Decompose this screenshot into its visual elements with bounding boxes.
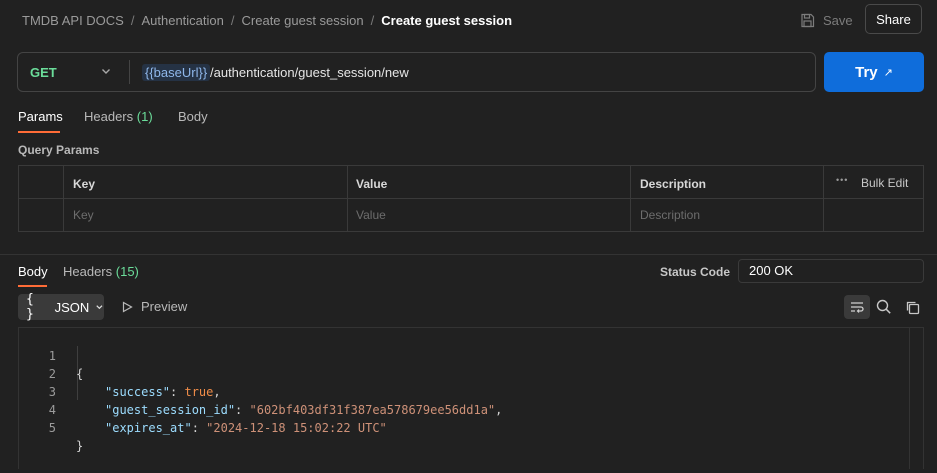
tab-response-headers[interactable]: Headers (15) <box>63 264 139 279</box>
more-icon[interactable]: ••• <box>836 175 848 185</box>
column-header-value: Value <box>356 177 388 191</box>
json-trail: , <box>213 385 221 399</box>
active-tab-indicator <box>18 131 60 133</box>
code-text: } <box>76 439 84 453</box>
preview-label: Preview <box>141 299 188 314</box>
code-line: 1 { <box>19 329 83 381</box>
breadcrumb-separator: / <box>230 12 235 28</box>
code-line: 5 } <box>19 401 83 453</box>
wrap-lines-button[interactable] <box>844 295 870 319</box>
response-body-viewer[interactable]: 1 { 2 "success": true, 3 "guest_session_… <box>18 327 924 469</box>
description-input[interactable]: Description <box>640 208 700 222</box>
tab-response-headers-label: Headers <box>63 264 113 279</box>
divider <box>129 60 130 84</box>
json-value: true <box>184 385 214 399</box>
json-key: "expires_at" <box>105 421 192 435</box>
page-title: Create guest session <box>381 12 513 28</box>
wrap-lines-icon <box>851 302 864 313</box>
code-line: 4 "expires_at": "2024-12-18 15:02:22 UTC… <box>19 383 387 435</box>
external-arrow-icon: ↗ <box>883 66 893 79</box>
json-value: "2024-12-18 15:02:22 UTC" <box>206 421 387 435</box>
method-select[interactable]: GET <box>30 65 57 80</box>
json-sep: : <box>235 403 250 417</box>
code-line: 3 "guest_session_id": "602bf403df31f387e… <box>19 365 503 417</box>
value-input[interactable]: Value <box>356 208 386 222</box>
code-text: "expires_at": "2024-12-18 15:02:22 UTC" <box>105 419 387 437</box>
json-value: "602bf403df31f387ea578679ee56dd1a" <box>249 403 496 417</box>
copy-button[interactable] <box>903 298 921 316</box>
chevron-down-icon[interactable] <box>100 65 112 80</box>
key-input[interactable]: Key <box>73 208 94 222</box>
search-icon <box>876 299 891 314</box>
play-icon <box>122 300 133 313</box>
query-params-table: Key Key Value Value Description Descript… <box>18 165 924 232</box>
tab-headers-count: (1) <box>136 109 153 124</box>
breadcrumb-separator: / <box>130 12 135 28</box>
json-trail: , <box>495 403 503 417</box>
save-label: Save <box>823 12 853 28</box>
breadcrumb-separator: / <box>370 12 375 28</box>
chevron-down-icon <box>96 305 103 310</box>
tab-params[interactable]: Params <box>18 109 63 124</box>
copy-icon <box>906 301 919 314</box>
breadcrumb-item-folder[interactable]: Authentication <box>141 13 223 28</box>
try-label: Try <box>855 63 878 81</box>
preview-button[interactable]: Preview <box>121 299 187 314</box>
tab-headers-label: Headers <box>84 109 134 124</box>
breadcrumb-item-collection[interactable]: TMDB API DOCS <box>22 13 124 28</box>
column-header-key: Key <box>73 177 96 191</box>
url-bar: GET {{baseUrl}} /authentication/guest_se… <box>17 52 816 92</box>
braces-icon: { } <box>26 292 34 322</box>
code-text: "success": true, <box>105 383 221 401</box>
json-key: "guest_session_id" <box>105 403 236 417</box>
save-icon <box>801 13 815 27</box>
status-code-label: Status Code <box>660 265 731 279</box>
save-button[interactable]: Save <box>800 8 853 32</box>
code-text: { <box>76 367 84 381</box>
json-sep: : <box>191 421 207 435</box>
active-tab-indicator <box>18 285 47 287</box>
status-code-value: 200 OK <box>738 259 924 283</box>
json-sep: : <box>170 385 185 399</box>
try-button[interactable]: Try ↗ <box>824 52 924 92</box>
url-input[interactable]: /authentication/guest_session/new <box>210 65 409 80</box>
json-key: "success" <box>105 385 171 399</box>
code-text: "guest_session_id": "602bf403df31f387ea5… <box>105 401 502 419</box>
url-variable[interactable]: {{baseUrl}} <box>142 64 211 81</box>
breadcrumb-item-request[interactable]: Create guest session <box>242 13 364 28</box>
column-header-description: Description <box>640 177 707 191</box>
tab-response-headers-count: (15) <box>115 264 139 279</box>
pane-divider[interactable] <box>0 254 937 255</box>
query-params-title: Query Params <box>18 143 100 157</box>
bulk-edit-button[interactable]: Bulk Edit <box>861 176 908 190</box>
tab-body[interactable]: Body <box>178 109 208 124</box>
tab-headers[interactable]: Headers (1) <box>84 109 153 124</box>
share-button[interactable]: Share <box>865 4 922 34</box>
vertical-scrollbar[interactable] <box>909 327 924 469</box>
row-divider <box>19 198 923 199</box>
breadcrumb: TMDB API DOCS / Authentication / Create … <box>22 12 512 28</box>
search-button[interactable] <box>875 298 893 316</box>
code-line: 2 "success": true, <box>19 347 221 399</box>
line-number: 5 <box>48 421 56 435</box>
tab-response-body[interactable]: Body <box>18 264 48 279</box>
format-select[interactable]: { } JSON <box>18 292 104 322</box>
format-label: JSON <box>54 299 90 315</box>
